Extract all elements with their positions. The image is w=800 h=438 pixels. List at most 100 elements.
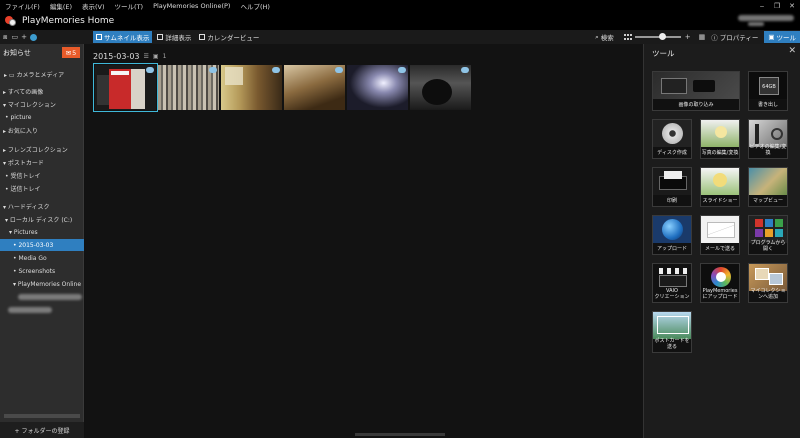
horizontal-scrollbar[interactable]	[355, 433, 445, 436]
notice-label: お知らせ	[3, 48, 31, 57]
thumbnail-6[interactable]	[410, 65, 471, 110]
menu-online[interactable]: PlayMemories Online(P)	[148, 2, 235, 10]
grid-size-icon[interactable]	[623, 33, 632, 41]
tool-label: ディスク作成	[657, 149, 687, 156]
tool-print[interactable]: 印刷	[652, 167, 692, 207]
sidebar-item-local-disk[interactable]: ▾ ローカル ディスク (C:)	[0, 213, 84, 225]
tool-vaio-creations[interactable]: VAIO クリエーション	[652, 263, 692, 303]
sidebar-item-outbox[interactable]: • 送信トレイ	[0, 182, 84, 194]
sidebar-item-label: ▸ お気に入り	[3, 127, 38, 135]
minimize-icon[interactable]: ‒	[758, 2, 766, 10]
playmemories-online-icon	[701, 264, 739, 291]
globe-upload-icon	[653, 216, 691, 243]
view-calendar-button[interactable]: カレンダービュー	[196, 31, 262, 43]
sidebar-item-media-go[interactable]: • Media Go	[0, 252, 84, 264]
thumbnail-1[interactable]	[93, 63, 158, 112]
detail-view-icon	[157, 34, 164, 40]
sidebar-item-screenshots[interactable]: • Screenshots	[0, 265, 84, 277]
menu-view[interactable]: 表示(V)	[77, 1, 110, 11]
thumbnail-2[interactable]	[158, 65, 219, 110]
printer-icon	[653, 168, 691, 195]
plus-icon[interactable]: +	[21, 33, 27, 41]
tool-label: VAIO クリエーション	[654, 288, 690, 300]
tool-map-view[interactable]: マップビュー	[748, 167, 788, 207]
tool-disc-create[interactable]: ディスク作成	[652, 119, 692, 159]
sidebar-item-2015-03-03[interactable]: • 2015-03-03	[0, 239, 84, 251]
tool-write-back[interactable]: 64GB 書き出し	[748, 71, 788, 111]
tool-label: 写真の編集/変換	[701, 149, 739, 156]
sidebar-item-postcard[interactable]: ▾ ポストカード	[0, 156, 84, 168]
toolbar: ⧈ ▭ + サムネイル表示 詳細表示 カレンダービュー ⌕ 検索 + ▦ ⓘ プ…	[0, 30, 800, 44]
sidebar-item-inbox[interactable]: • 受信トレイ	[0, 169, 84, 181]
menu-edit[interactable]: 編集(E)	[45, 1, 77, 11]
redacted-folder-1[interactable]	[18, 294, 82, 300]
menu-help[interactable]: ヘルプ(H)	[235, 1, 274, 11]
import-small-icon[interactable]: ⧈	[3, 33, 7, 42]
tool-mail[interactable]: メールで送る	[700, 215, 740, 255]
sidebar-item-my-collection[interactable]: ▾ マイコレクション	[0, 98, 84, 110]
globe-icon[interactable]	[29, 33, 37, 41]
close-icon[interactable]: ✕	[788, 2, 796, 10]
close-icon[interactable]: ✕	[788, 46, 796, 56]
date-group-label[interactable]: 2015-03-03	[93, 52, 140, 61]
restore-icon[interactable]: ❐	[773, 2, 781, 10]
thumbnail-4[interactable]	[284, 65, 345, 110]
sidebar: お知らせ ✉ 5 ▸ ▭ カメラとメディア ▸ すべての画像 ▾ マイコレクショ…	[0, 44, 84, 438]
tool-slideshow[interactable]: スライドショー	[700, 167, 740, 207]
tool-label: マイコレクショ ンへ追加	[750, 288, 786, 300]
view-thumbnail-label: サムネイル表示	[103, 34, 150, 42]
thumbnail-size-slider[interactable]	[634, 33, 681, 40]
notice-count: 5	[72, 48, 77, 57]
date-group-header: 2015-03-03 ☰ ▣ 1	[93, 52, 166, 61]
add-folder-label: + フォルダーの登録	[14, 427, 70, 435]
layout-icon[interactable]: ▦	[699, 33, 706, 41]
sidebar-item-friends-collection[interactable]: ▸ フレンズコレクション	[0, 143, 84, 155]
view-detail-button[interactable]: 詳細表示	[154, 31, 194, 43]
tool-video-edit[interactable]: ビデオの編集/変換	[748, 119, 788, 159]
properties-button[interactable]: ⓘ プロパティー	[711, 32, 758, 42]
slider-handle[interactable]	[658, 33, 666, 40]
sidebar-item-favorites[interactable]: ▸ お気に入り	[0, 124, 84, 136]
capacity-text: 64GB	[759, 77, 779, 95]
video-edit-icon	[749, 120, 787, 147]
tool-pm-online-upload[interactable]: PlayMemories にアップロード	[700, 263, 740, 303]
add-folder-button[interactable]: + フォルダーの登録	[0, 422, 84, 438]
mail-icon: ✉	[65, 48, 72, 57]
zoom-plus-icon[interactable]: +	[685, 33, 691, 41]
account-name-redacted[interactable]	[738, 15, 794, 21]
thumbnail-3[interactable]	[221, 65, 282, 110]
tool-photo-edit[interactable]: 写真の編集/変換	[700, 119, 740, 159]
notice-row[interactable]: お知らせ ✉ 5	[0, 44, 84, 61]
tool-upload[interactable]: アップロード	[652, 215, 692, 255]
sony-badge-icon	[461, 67, 469, 73]
thumbnail-view-icon	[95, 34, 102, 40]
sidebar-item-camera-media[interactable]: ▸ ▭ カメラとメディア	[0, 68, 84, 80]
thumbnail-5[interactable]	[347, 65, 408, 110]
sidebar-scrollbar[interactable]	[4, 414, 80, 418]
menu-tools[interactable]: ツール(T)	[110, 1, 149, 11]
sidebar-item-playmemories-online[interactable]: ▾ PlayMemories Online	[0, 278, 84, 290]
tool-label: 書き出し	[757, 101, 778, 108]
tool-open-with[interactable]: プログラムから 開く	[748, 215, 788, 255]
redacted-folder-2[interactable]	[8, 307, 52, 313]
notice-badge[interactable]: ✉ 5	[62, 47, 80, 58]
tool-send-postcard[interactable]: ポストカードを 送る	[652, 311, 692, 353]
tool-label: メールで送る	[704, 245, 735, 252]
tool-add-collection[interactable]: マイコレクショ ンへ追加	[748, 263, 788, 303]
search-button[interactable]: ⌕ 検索	[595, 32, 614, 43]
tools-button[interactable]: ▣ ツール	[764, 31, 800, 43]
sidebar-item-all-images[interactable]: ▸ すべての画像	[0, 85, 84, 97]
menu-file[interactable]: ファイル(F)	[0, 1, 45, 11]
view-thumbnail-button[interactable]: サムネイル表示	[92, 31, 153, 43]
sidebar-item-picture[interactable]: • picture	[0, 111, 84, 123]
sidebar-item-label: ▾ Pictures	[9, 228, 38, 236]
sidebar-item-label: ▸ すべての画像	[3, 88, 44, 96]
tool-import[interactable]: 画像の取り込み	[652, 71, 740, 111]
monitor-icon[interactable]: ▭	[11, 33, 18, 41]
sidebar-item-pictures[interactable]: ▾ Pictures	[0, 226, 84, 238]
sidebar-item-hard-disk[interactable]: ▾ ハードディスク	[0, 200, 84, 212]
list-icon[interactable]: ☰	[144, 53, 149, 60]
clapperboard-icon	[653, 264, 691, 291]
sidebar-item-label: • picture	[5, 113, 32, 121]
slideshow-icon	[701, 168, 739, 195]
